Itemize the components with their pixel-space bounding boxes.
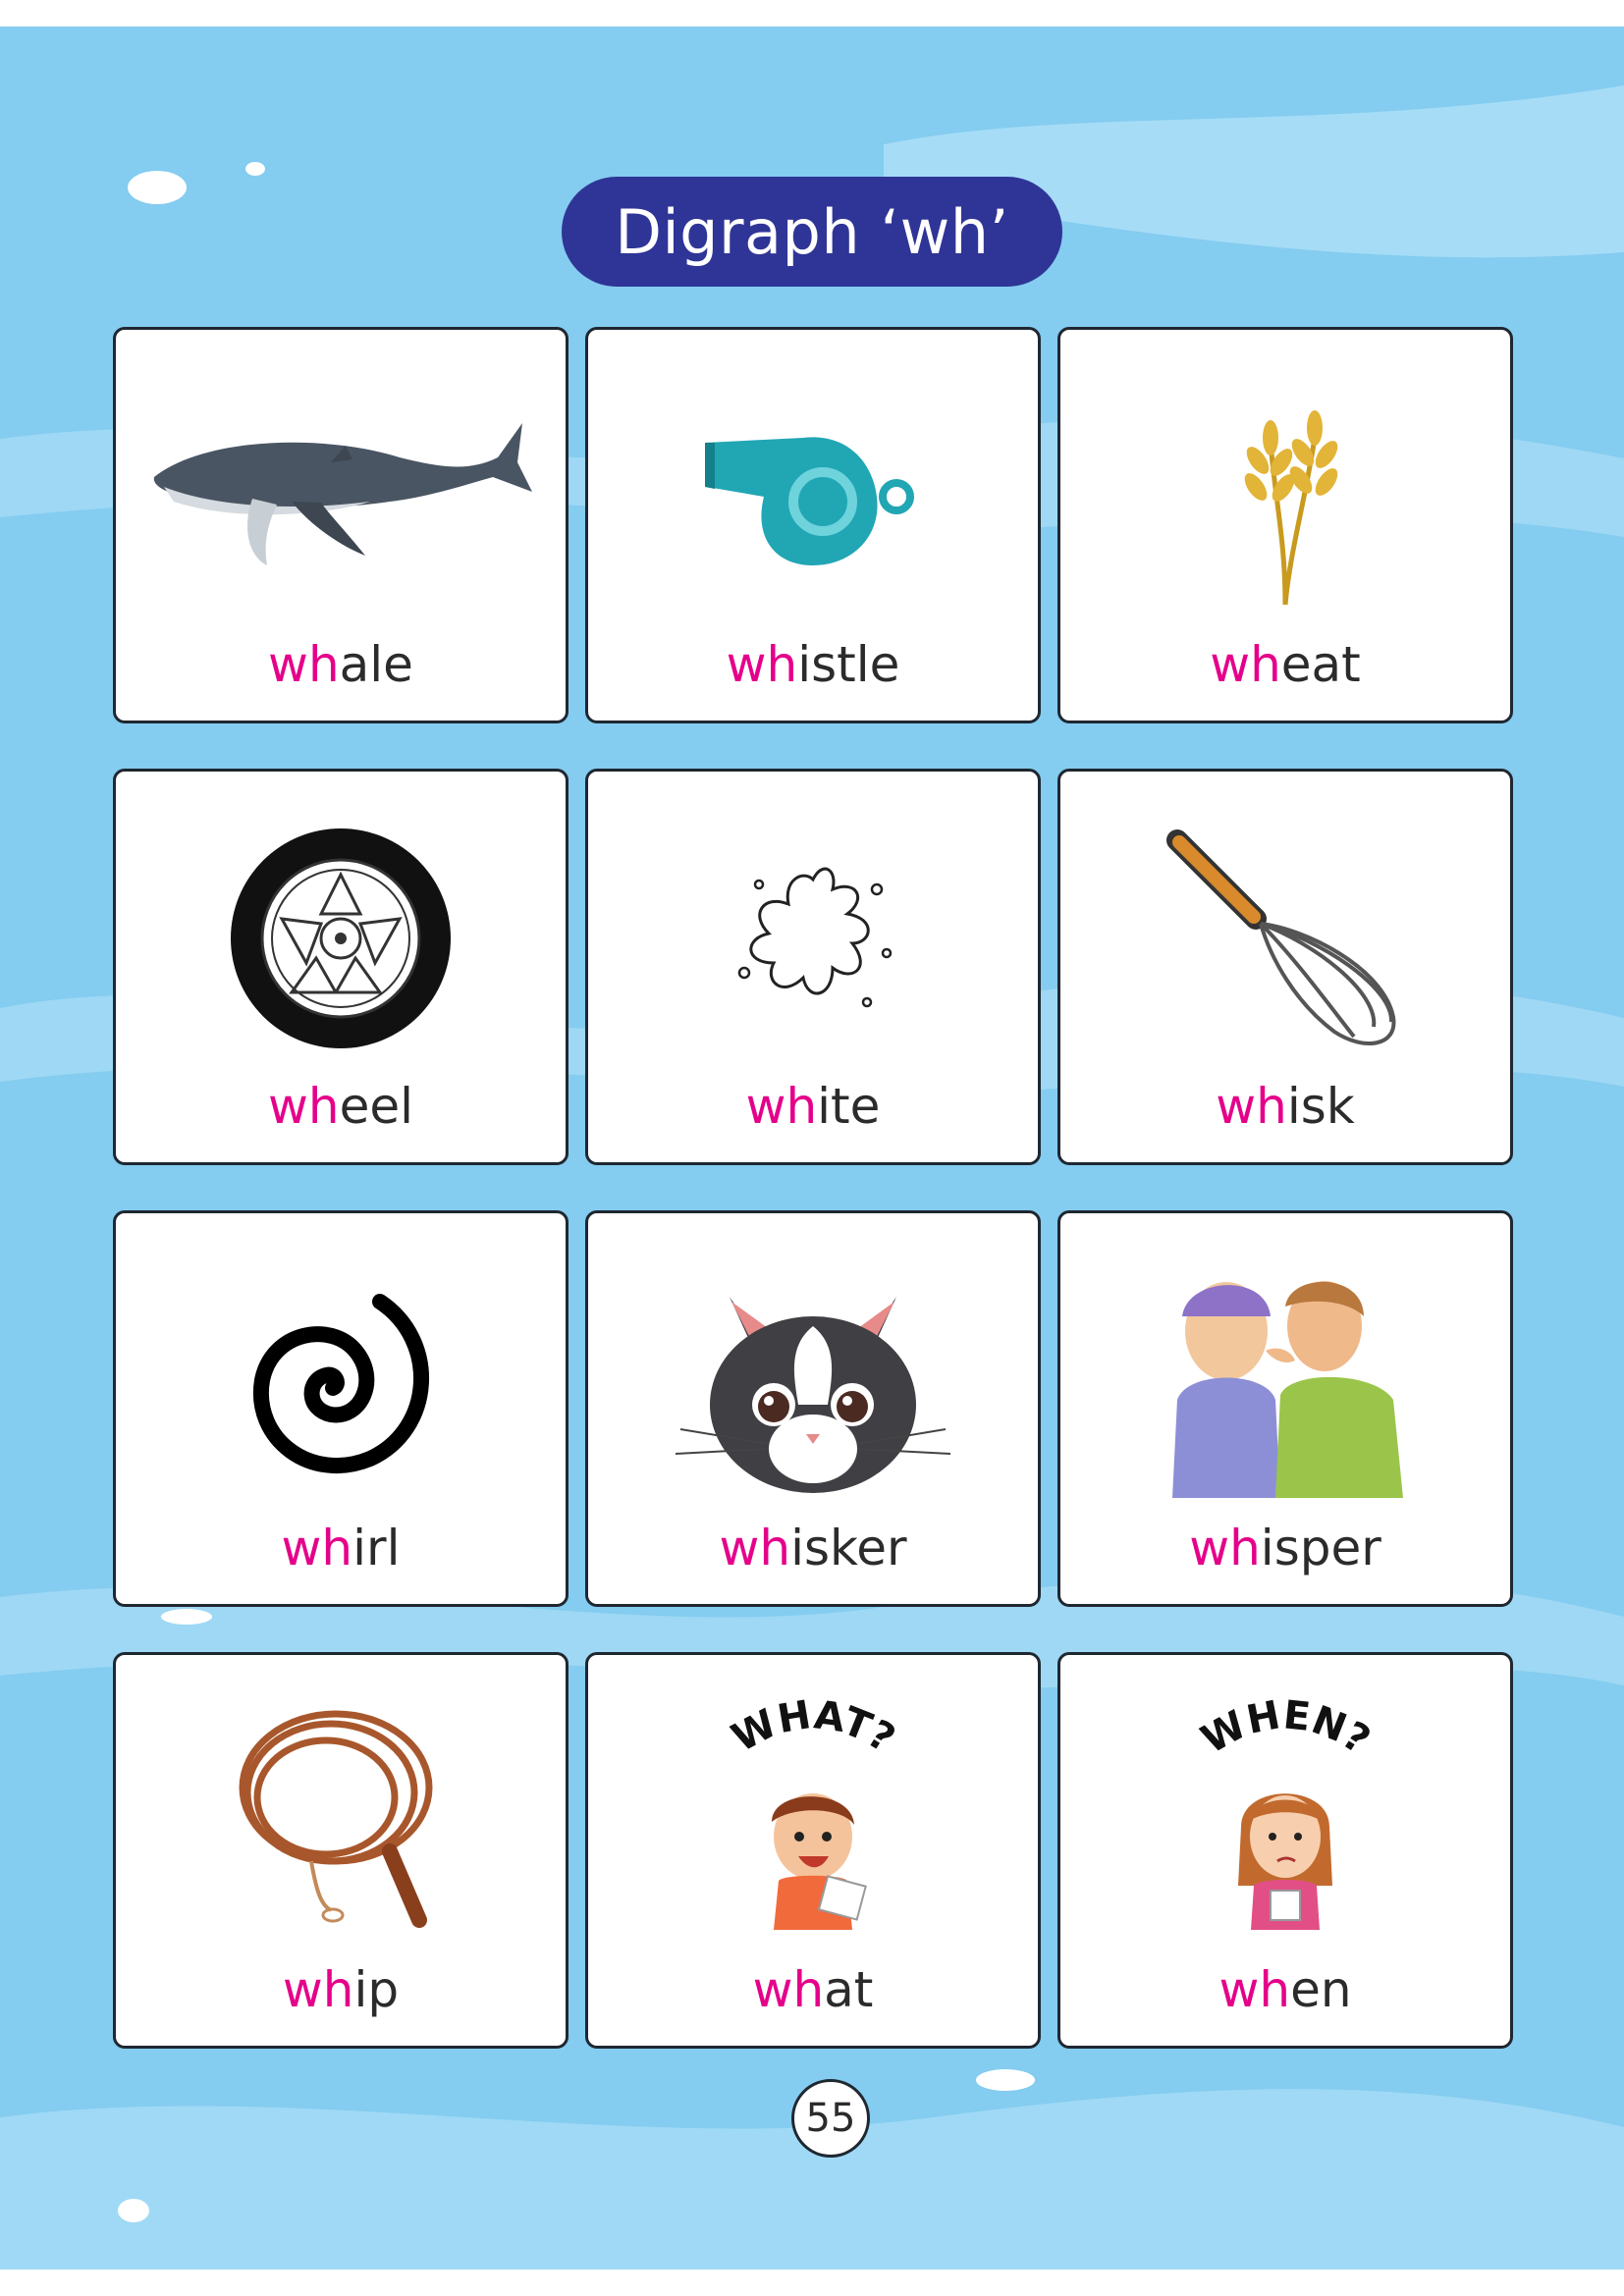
whirl-icon (252, 1294, 429, 1474)
word-label: wheel (267, 1078, 413, 1135)
word-card: whistle (585, 327, 1041, 723)
word-card: wheat (1057, 327, 1513, 723)
what-kid-icon: WHAT? (725, 1692, 902, 1930)
word-label: when (1218, 1961, 1352, 2018)
word-card: whale (113, 327, 568, 723)
workbook-page: Digraph ‘wh’ whale whistle wheat wheel w… (0, 0, 1624, 2296)
whisper-icon (1172, 1281, 1403, 1498)
word-label: whisker (719, 1520, 907, 1576)
word-label: whip (282, 1961, 400, 2018)
word-card: WHAT? what (585, 1652, 1041, 2049)
white-splash-icon (737, 867, 893, 1008)
word-card: WHEN? when (1057, 1652, 1513, 2049)
word-card: whirl (113, 1210, 568, 1607)
whistle-icon (705, 437, 914, 565)
word-label: whisper (1189, 1520, 1381, 1576)
word-label: whistle (726, 636, 900, 693)
when-girl-icon: WHEN? (1194, 1692, 1378, 1930)
whip-icon (239, 1710, 433, 1928)
page-title: Digraph ‘wh’ (562, 177, 1062, 287)
word-card: whisker (585, 1210, 1041, 1607)
word-card: whisk (1057, 769, 1513, 1165)
word-label: wheat (1210, 636, 1361, 693)
whisk-icon (1166, 829, 1396, 1045)
page-number: 55 (791, 2079, 870, 2158)
wheel-icon (231, 828, 451, 1048)
word-card: whisper (1057, 1210, 1513, 1607)
word-card: wheel (113, 769, 568, 1165)
word-label: white (745, 1078, 881, 1135)
word-label: whisk (1216, 1078, 1355, 1135)
svg-text:WHEN?: WHEN? (1194, 1692, 1378, 1763)
cat-whiskers-icon (675, 1297, 951, 1493)
wheat-icon (1244, 410, 1338, 606)
whale-icon (153, 423, 532, 565)
word-card: whip (113, 1652, 568, 2049)
word-label: what (752, 1961, 874, 2018)
word-label: whirl (281, 1520, 401, 1576)
svg-text:WHAT?: WHAT? (725, 1692, 902, 1762)
word-label: whale (268, 636, 413, 693)
word-card: white (585, 769, 1041, 1165)
